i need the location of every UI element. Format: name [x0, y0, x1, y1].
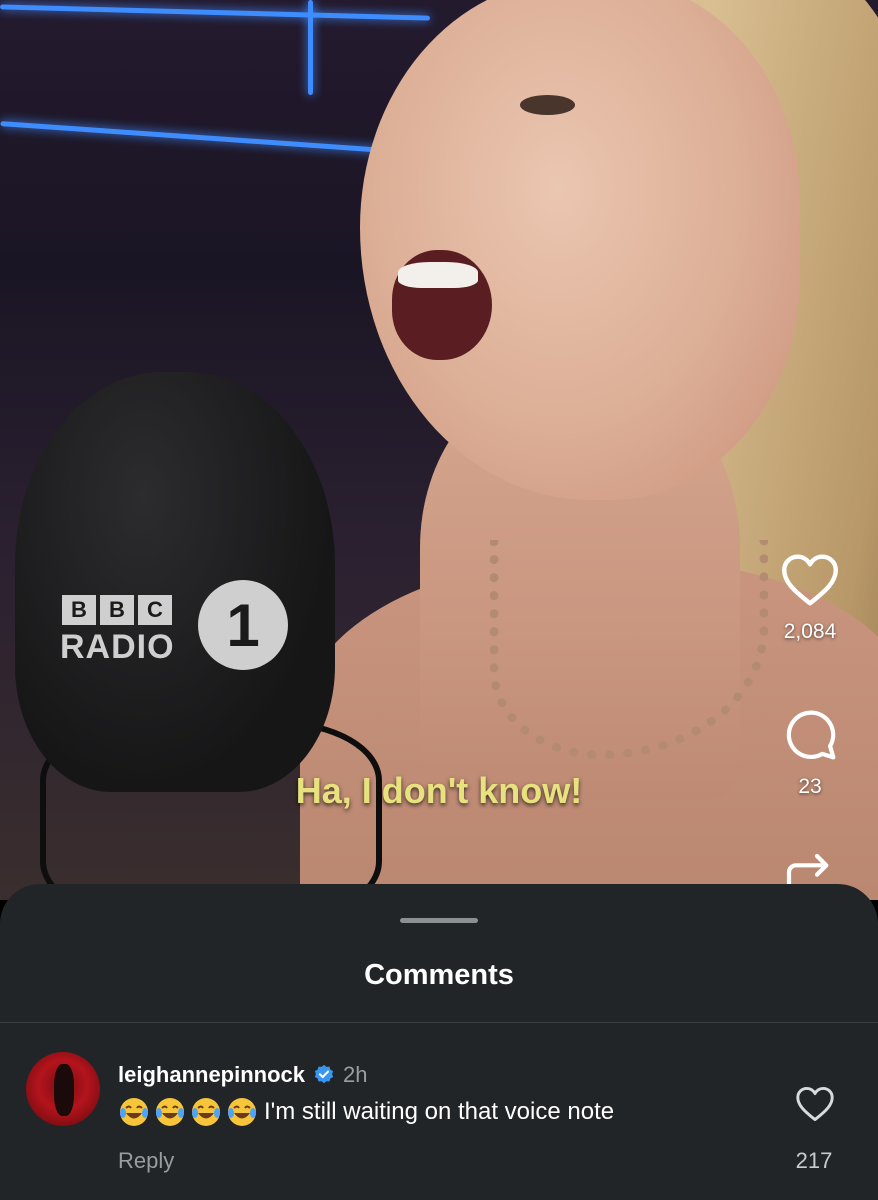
bbc-letter: C: [138, 595, 172, 625]
bbc-letter: B: [62, 595, 96, 625]
comment-heart-icon[interactable]: [795, 1086, 835, 1122]
bbc-logo: B B C: [62, 595, 172, 625]
person-face: [360, 0, 800, 500]
neon-light: [0, 121, 400, 154]
radio-word: RADIO: [60, 628, 175, 666]
comment-username[interactable]: leighannepinnock: [118, 1062, 305, 1088]
laughing-tears-emoji-icon: [228, 1098, 256, 1126]
emoji-group: [118, 1096, 258, 1128]
avatar[interactable]: [26, 1052, 100, 1126]
person-eye: [520, 95, 575, 115]
neon-light: [0, 4, 430, 21]
comment-text: I'm still waiting on that voice note: [264, 1098, 615, 1125]
video-player[interactable]: B B C RADIO 1 Ha, I don't know!: [0, 0, 878, 900]
comment-action[interactable]: 23: [760, 706, 860, 799]
sheet-drag-handle[interactable]: [400, 918, 478, 923]
comment-time: 2h: [343, 1062, 368, 1087]
avatar-figure: [54, 1064, 74, 1116]
comment-icon[interactable]: [782, 706, 838, 762]
comment-like-count: 217: [795, 1148, 833, 1173]
like-count: 2,084: [783, 620, 837, 643]
neon-light: [308, 0, 313, 95]
laughing-tears-emoji-icon: [156, 1098, 184, 1126]
microphone: [15, 372, 335, 792]
comment-count: 23: [798, 775, 822, 798]
divider: [0, 1022, 878, 1023]
comments-title: Comments: [364, 959, 514, 991]
comment-item: leighannepinnock 2h I'm still waiting on…: [0, 1048, 878, 1188]
person-teeth: [398, 262, 478, 288]
comments-sheet: Comments leighannepinnock 2h I'm still w…: [0, 884, 878, 1200]
video-subtitle: Ha, I don't know!: [295, 770, 583, 811]
bbc-letter: B: [100, 595, 134, 625]
radio-one-badge: 1: [198, 580, 288, 670]
laughing-tears-emoji-icon: [120, 1098, 148, 1126]
heart-icon[interactable]: [780, 553, 840, 607]
like-action[interactable]: 2,084: [760, 553, 860, 644]
reply-button[interactable]: Reply: [118, 1148, 174, 1174]
comment-body: I'm still waiting on that voice note: [118, 1096, 614, 1128]
comment-header: leighannepinnock 2h: [118, 1062, 368, 1088]
verified-badge-icon: [314, 1064, 334, 1084]
laughing-tears-emoji-icon: [192, 1098, 220, 1126]
